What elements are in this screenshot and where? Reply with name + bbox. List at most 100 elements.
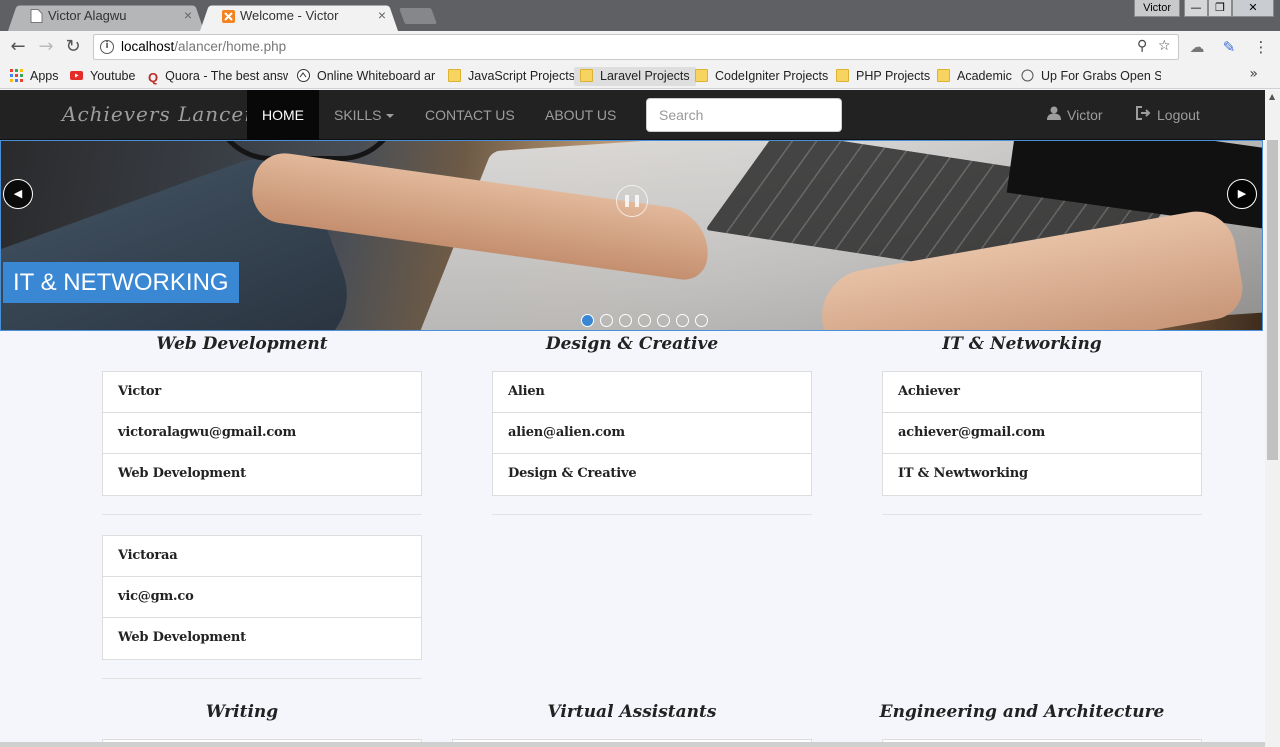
nav-user[interactable]: Victor	[1047, 90, 1103, 140]
nav-about[interactable]: ABOUT US	[530, 90, 631, 140]
xampp-icon	[222, 10, 235, 23]
freelancer-email: victoralagwu@gmail.com	[103, 413, 421, 454]
bookmarks-overflow-icon[interactable]: »	[1249, 66, 1258, 82]
tab-close-icon[interactable]: ×	[378, 3, 386, 28]
freelancer-card[interactable]: Alien alien@alien.com Design & Creative	[492, 371, 812, 496]
divider	[492, 514, 812, 515]
divider	[102, 678, 422, 679]
globe-icon	[1021, 69, 1034, 82]
extension-icon[interactable]: ☁	[1188, 38, 1206, 56]
carousel-indicator-dot[interactable]	[581, 314, 594, 327]
window-close-button[interactable]: ✕	[1232, 0, 1274, 17]
address-bar[interactable]: i localhost/alancer/home.php ⚲ ☆	[93, 34, 1179, 60]
category-title: Writing	[205, 702, 279, 722]
reload-icon[interactable]: ↻	[63, 37, 83, 57]
back-arrow-icon[interactable]: ←	[8, 37, 28, 57]
site-brand[interactable]: Achievers Lancer	[62, 102, 255, 126]
scroll-up-icon[interactable]: ▲	[1269, 92, 1275, 101]
carousel-caption: IT & NETWORKING	[3, 262, 239, 303]
carousel-prev-icon[interactable]: ◀	[3, 179, 33, 209]
star-icon[interactable]: ☆	[1158, 38, 1171, 54]
carousel-indicators	[581, 312, 714, 327]
horizontal-scrollbar[interactable]	[0, 742, 1265, 747]
freelancer-skill: Design & Creative	[508, 466, 637, 481]
info-icon[interactable]: i	[100, 40, 114, 54]
site-navbar: Achievers Lancer HOME SKILLS CONTACT US …	[0, 90, 1265, 140]
pin-icon[interactable]: ⚲	[1137, 38, 1147, 54]
folder-icon	[448, 69, 461, 82]
carousel-indicator-dot[interactable]	[619, 314, 632, 327]
profile-button[interactable]: Victor	[1134, 0, 1180, 17]
category-title: Web Development	[156, 334, 328, 354]
tab-title: Victor Alagwu	[48, 8, 127, 23]
folder-icon	[580, 69, 593, 82]
folder-icon	[695, 69, 708, 82]
category-title: Engineering and Architecture	[879, 702, 1165, 722]
carousel-indicator-dot[interactable]	[600, 314, 613, 327]
page-icon	[30, 9, 43, 23]
browser-tab[interactable]: Victor Alagwu ×	[8, 3, 204, 31]
bookmark-folder[interactable]: Academic	[937, 67, 1012, 86]
new-tab-button[interactable]	[399, 8, 437, 24]
freelancer-email: achiever@gmail.com	[883, 413, 1201, 454]
carousel-indicator-dot[interactable]	[657, 314, 670, 327]
minimize-button[interactable]: —	[1184, 0, 1208, 17]
carousel-indicator-dot[interactable]	[676, 314, 689, 327]
carousel-indicator-dot[interactable]	[638, 314, 651, 327]
freelancer-skill: Web Development	[118, 466, 246, 481]
bookmark-whiteboard[interactable]: Online Whiteboard ar	[297, 67, 435, 86]
nav-skills-dropdown[interactable]: SKILLS	[319, 90, 409, 140]
browser-toolbar: ← → ↻ i localhost/alancer/home.php ⚲ ☆ ☁…	[0, 31, 1280, 63]
bookmark-folder[interactable]: CodeIgniter Projects	[695, 67, 828, 86]
carousel-next-icon[interactable]: ▶	[1227, 179, 1257, 209]
pen-extension-icon[interactable]: ✎	[1220, 38, 1238, 56]
divider	[882, 514, 1202, 515]
freelancer-card[interactable]: Victor victoralagwu@gmail.com Web Develo…	[102, 371, 422, 496]
logout-icon	[1136, 106, 1151, 120]
bookmark-up-for-grabs[interactable]: Up For Grabs Open So	[1021, 67, 1161, 86]
bookmark-quora[interactable]: Q Quora - The best answ	[148, 67, 288, 86]
bookmark-apps[interactable]: Apps	[10, 67, 59, 86]
freelancer-name: Achiever	[883, 372, 1201, 413]
hero-carousel: ◀ ▶ ❚❚ IT & NETWORKING	[0, 140, 1263, 331]
page-viewport: Achievers Lancer HOME SKILLS CONTACT US …	[0, 90, 1265, 747]
url-text: localhost/alancer/home.php	[121, 39, 287, 54]
tab-strip: Victor Alagwu × Welcome - Victor × Victo…	[0, 0, 1280, 31]
freelancer-email: vic@gm.co	[103, 577, 421, 618]
search-input[interactable]	[646, 98, 842, 132]
divider	[102, 514, 422, 515]
freelancer-name: Alien	[493, 372, 811, 413]
folder-icon	[937, 69, 950, 82]
freelancer-email: alien@alien.com	[493, 413, 811, 454]
category-title: IT & Networking	[942, 334, 1102, 354]
nav-logout[interactable]: Logout	[1135, 90, 1200, 140]
freelancer-card[interactable]: Achiever achiever@gmail.com IT & Newtwor…	[882, 371, 1202, 496]
carousel-pause-icon[interactable]: ❚❚	[616, 185, 648, 217]
nav-home[interactable]: HOME	[247, 90, 319, 140]
quora-icon: Q	[148, 70, 159, 85]
forward-arrow-icon[interactable]: →	[36, 37, 56, 57]
restore-button[interactable]: ❐	[1208, 0, 1232, 17]
freelancer-name: Victoraa	[103, 536, 421, 577]
category-title: Design & Creative	[545, 334, 719, 354]
freelancer-name: Victor	[103, 372, 421, 413]
youtube-icon	[70, 71, 83, 80]
category-title: Virtual Assistants	[547, 702, 717, 722]
nav-contact[interactable]: CONTACT US	[410, 90, 530, 140]
bookmark-folder[interactable]: Laravel Projects	[574, 67, 696, 86]
browser-tab-active[interactable]: Welcome - Victor ×	[200, 3, 398, 31]
tab-close-icon[interactable]: ×	[184, 3, 192, 28]
caret-down-icon	[386, 114, 395, 118]
freelancer-card[interactable]: Victoraa vic@gm.co Web Development	[102, 535, 422, 660]
carousel-indicator-dot[interactable]	[695, 314, 708, 327]
vertical-scrollbar[interactable]: ▲	[1265, 90, 1280, 747]
bookmark-folder[interactable]: JavaScript Projects	[448, 67, 575, 86]
freelancer-skill: Web Development	[118, 630, 246, 645]
menu-icon[interactable]: ⋮	[1252, 38, 1270, 56]
scroll-thumb[interactable]	[1267, 140, 1278, 460]
bookmark-folder[interactable]: PHP Projects	[836, 67, 930, 86]
apps-grid-icon	[10, 69, 23, 82]
freelancer-skill: IT & Newtworking	[898, 466, 1028, 481]
bookmarks-bar: Apps Youtube Q Quora - The best answ Onli…	[0, 63, 1280, 89]
bookmark-youtube[interactable]: Youtube	[70, 67, 135, 86]
